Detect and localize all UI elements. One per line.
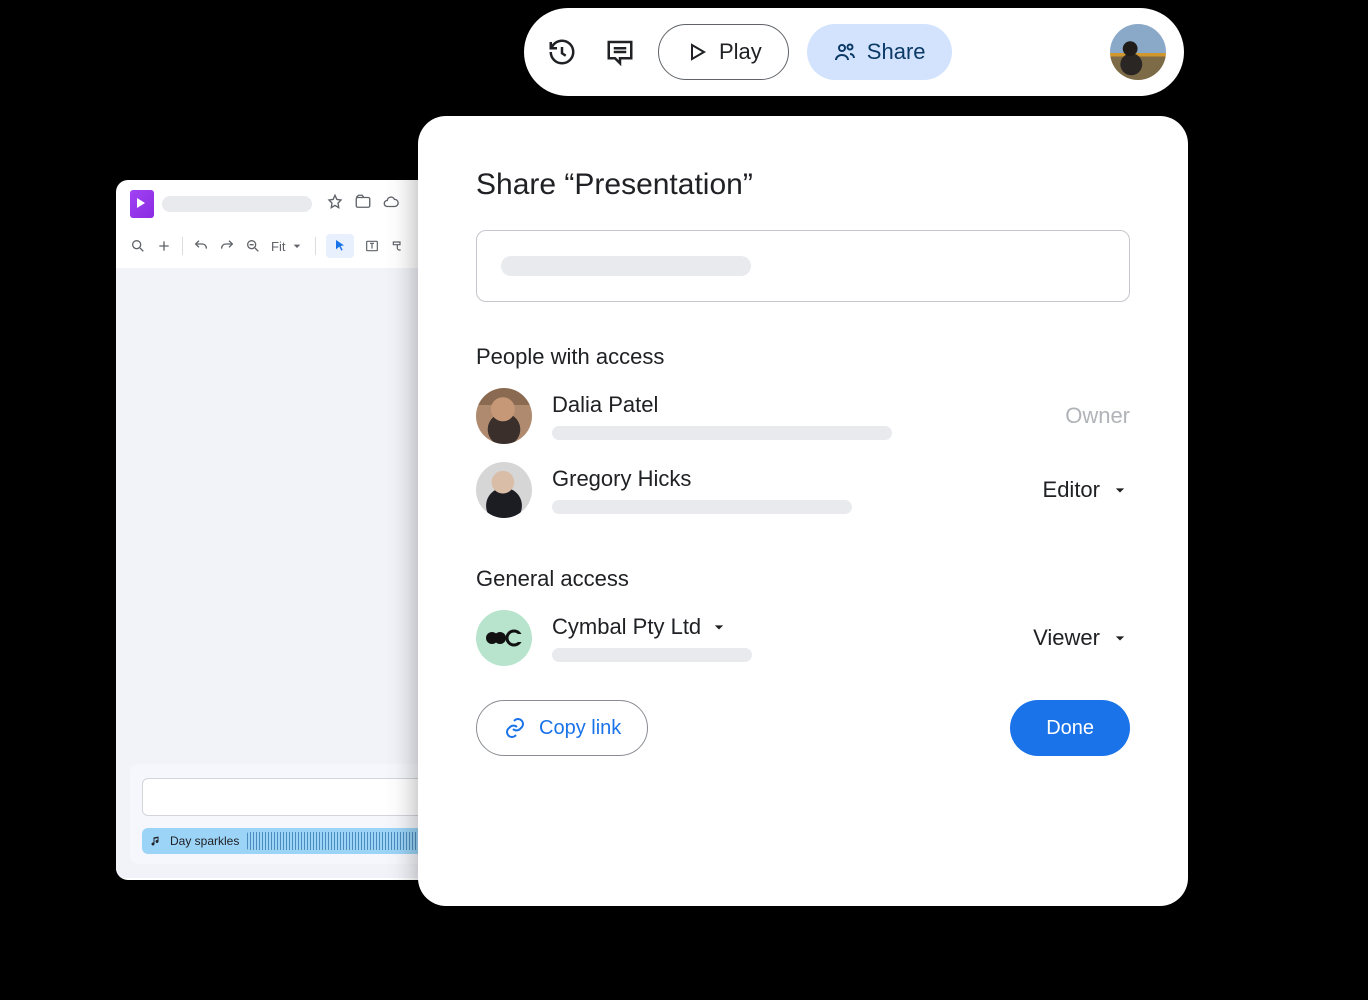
- person-email-placeholder: [552, 500, 852, 514]
- top-toolbar: Play Share: [524, 8, 1184, 96]
- toolbar-separator: [315, 237, 316, 255]
- audio-waveform: [247, 832, 434, 850]
- add-icon[interactable]: [156, 238, 172, 254]
- role-label: Viewer: [1033, 625, 1100, 651]
- copy-link-button[interactable]: Copy link: [476, 700, 648, 756]
- org-logo-icon: [486, 628, 522, 648]
- people-with-access-heading: People with access: [476, 344, 1130, 370]
- person-row: Gregory Hicks Editor: [476, 462, 1130, 518]
- zoom-label: Fit: [271, 239, 285, 254]
- general-access-heading: General access: [476, 566, 1130, 592]
- general-access-row: Cymbal Pty Ltd Viewer: [476, 610, 1130, 666]
- role-dropdown[interactable]: Editor: [1043, 477, 1130, 503]
- cursor-tool-icon[interactable]: [326, 234, 354, 258]
- share-button[interactable]: Share: [807, 24, 952, 80]
- comment-icon[interactable]: [600, 32, 640, 72]
- person-email-placeholder: [552, 426, 892, 440]
- toolbar-separator: [182, 237, 183, 255]
- play-label: Play: [719, 39, 762, 65]
- app-icon: [130, 190, 154, 218]
- org-description-placeholder: [552, 648, 752, 662]
- audio-clip-label: Day sparkles: [170, 834, 239, 848]
- audio-clip[interactable]: Day sparkles: [142, 828, 442, 854]
- done-button[interactable]: Done: [1010, 700, 1130, 756]
- person-name: Dalia Patel: [552, 392, 892, 418]
- chevron-down-icon: [1110, 628, 1130, 648]
- star-icon[interactable]: [326, 193, 344, 216]
- share-label: Share: [867, 39, 926, 65]
- music-note-icon: [150, 835, 162, 847]
- dialog-footer: Copy link Done: [476, 700, 1130, 756]
- chevron-down-icon: [709, 617, 729, 637]
- role-owner-label: Owner: [1065, 403, 1130, 429]
- add-people-input[interactable]: [476, 230, 1130, 302]
- share-dialog: Share “Presentation” People with access …: [418, 116, 1188, 906]
- play-button[interactable]: Play: [658, 24, 789, 80]
- history-icon[interactable]: [542, 32, 582, 72]
- textbox-icon[interactable]: [364, 238, 380, 254]
- undo-icon[interactable]: [193, 238, 209, 254]
- role-label: Editor: [1043, 477, 1100, 503]
- person-avatar: [476, 388, 532, 444]
- done-label: Done: [1046, 717, 1094, 739]
- user-avatar[interactable]: [1110, 24, 1166, 80]
- search-icon[interactable]: [130, 238, 146, 254]
- org-scope-dropdown[interactable]: Cymbal Pty Ltd: [552, 614, 752, 640]
- cloud-icon[interactable]: [382, 193, 400, 216]
- link-icon: [503, 716, 527, 740]
- chevron-down-icon: [1110, 480, 1130, 500]
- move-icon[interactable]: [354, 193, 372, 216]
- person-avatar: [476, 462, 532, 518]
- redo-icon[interactable]: [219, 238, 235, 254]
- person-row: Dalia Patel Owner: [476, 388, 1130, 444]
- input-placeholder: [501, 256, 751, 276]
- people-icon: [833, 40, 857, 64]
- zoom-icon[interactable]: [245, 238, 261, 254]
- org-avatar: [476, 610, 532, 666]
- paint-icon[interactable]: [390, 238, 406, 254]
- doc-title-placeholder[interactable]: [162, 196, 312, 212]
- copy-link-label: Copy link: [539, 717, 621, 740]
- play-icon: [685, 40, 709, 64]
- general-role-dropdown[interactable]: Viewer: [1033, 625, 1130, 651]
- org-name: Cymbal Pty Ltd: [552, 614, 701, 640]
- zoom-dropdown[interactable]: Fit: [271, 238, 305, 254]
- share-dialog-title: Share “Presentation”: [476, 168, 1130, 202]
- person-name: Gregory Hicks: [552, 466, 852, 492]
